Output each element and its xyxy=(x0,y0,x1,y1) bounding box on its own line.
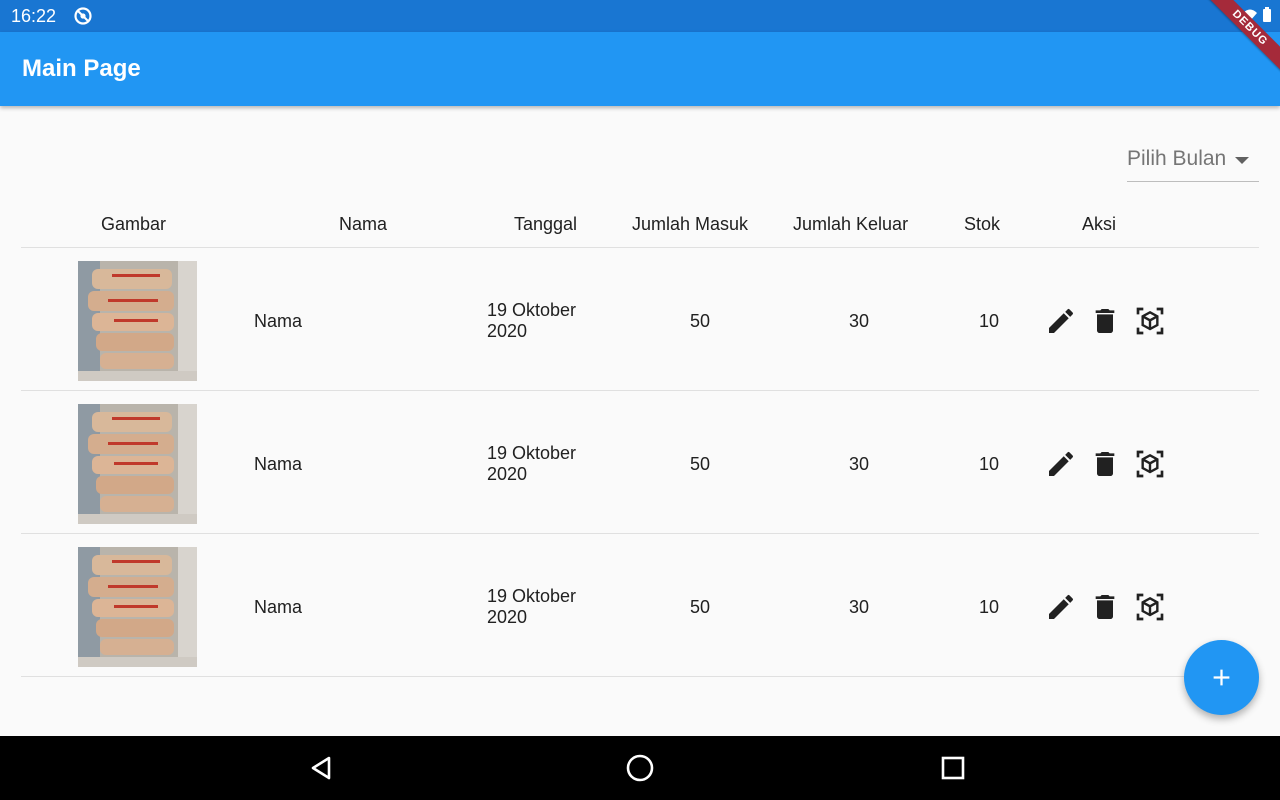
table-row: Nama 19 Oktober 2020 50 30 10 xyxy=(21,248,1259,391)
system-nav-bar xyxy=(0,736,1280,800)
item-jumlah-keluar: 30 xyxy=(849,454,870,474)
status-time: 16:22 xyxy=(11,6,57,26)
column-header-tanggal: Tanggal xyxy=(514,214,578,234)
item-date-line2: 2020 xyxy=(487,321,528,341)
dropdown-arrow-icon xyxy=(1235,157,1249,164)
item-stok: 10 xyxy=(979,597,1000,617)
edit-icon[interactable] xyxy=(1045,305,1077,337)
item-date: 19 Oktober 2020 xyxy=(487,300,597,342)
item-stok: 10 xyxy=(979,311,1000,331)
recents-icon[interactable] xyxy=(938,753,968,783)
item-date: 19 Oktober 2020 xyxy=(487,586,597,628)
edit-icon[interactable] xyxy=(1045,591,1077,623)
delete-icon[interactable] xyxy=(1089,448,1121,480)
item-name: Nama xyxy=(254,597,303,617)
product-image xyxy=(78,261,197,381)
table-row: Nama 19 Oktober 2020 50 30 10 xyxy=(21,534,1259,677)
item-jumlah-keluar: 30 xyxy=(849,311,870,331)
column-header-aksi: Aksi xyxy=(1082,214,1117,234)
item-stok: 10 xyxy=(979,454,1000,474)
item-date-line2: 2020 xyxy=(487,464,528,484)
delete-icon[interactable] xyxy=(1089,591,1121,623)
system-icons xyxy=(1242,7,1272,23)
ar-cube-icon[interactable] xyxy=(1134,448,1166,480)
table-row: Nama 19 Oktober 2020 50 30 10 xyxy=(21,391,1259,534)
month-dropdown-label: Pilih Bulan xyxy=(1127,147,1227,170)
add-button[interactable] xyxy=(1184,640,1259,715)
item-name: Nama xyxy=(254,311,303,331)
column-header-jumlah-masuk: Jumlah Masuk xyxy=(632,214,749,234)
product-image xyxy=(78,547,197,667)
item-date-line1: 19 Oktober xyxy=(487,586,577,606)
add-icon xyxy=(1213,669,1230,686)
status-bar: 16:22 xyxy=(0,0,1280,32)
product-image xyxy=(78,404,197,524)
ar-cube-icon[interactable] xyxy=(1134,591,1166,623)
month-dropdown[interactable]: Pilih Bulan xyxy=(1127,145,1259,182)
edit-icon[interactable] xyxy=(1045,448,1077,480)
item-date-line2: 2020 xyxy=(487,607,528,627)
wifi-icon xyxy=(1243,9,1257,21)
item-date-line1: 19 Oktober xyxy=(487,443,577,463)
app-bar: Main Page xyxy=(0,32,1280,106)
delete-icon[interactable] xyxy=(1089,305,1121,337)
home-icon[interactable] xyxy=(625,753,655,783)
back-icon[interactable] xyxy=(307,753,337,783)
ar-cube-icon[interactable] xyxy=(1134,305,1166,337)
stock-table: Gambar Nama Tanggal Jumlah Masuk Jumlah … xyxy=(21,200,1259,677)
battery-icon xyxy=(1263,7,1271,22)
item-jumlah-masuk: 50 xyxy=(690,597,711,617)
item-date: 19 Oktober 2020 xyxy=(487,443,597,485)
item-date-line1: 19 Oktober xyxy=(487,300,577,320)
page-title: Main Page xyxy=(22,55,141,82)
column-header-gambar: Gambar xyxy=(101,214,167,234)
item-jumlah-masuk: 50 xyxy=(690,311,711,331)
item-jumlah-masuk: 50 xyxy=(690,454,711,474)
column-header-jumlah-keluar: Jumlah Keluar xyxy=(793,214,909,234)
item-jumlah-keluar: 30 xyxy=(849,597,870,617)
column-header-nama: Nama xyxy=(339,214,388,234)
table-header: Gambar Nama Tanggal Jumlah Masuk Jumlah … xyxy=(21,200,1259,248)
sync-icon xyxy=(74,7,92,25)
item-name: Nama xyxy=(254,454,303,474)
column-header-stok: Stok xyxy=(964,214,1001,234)
